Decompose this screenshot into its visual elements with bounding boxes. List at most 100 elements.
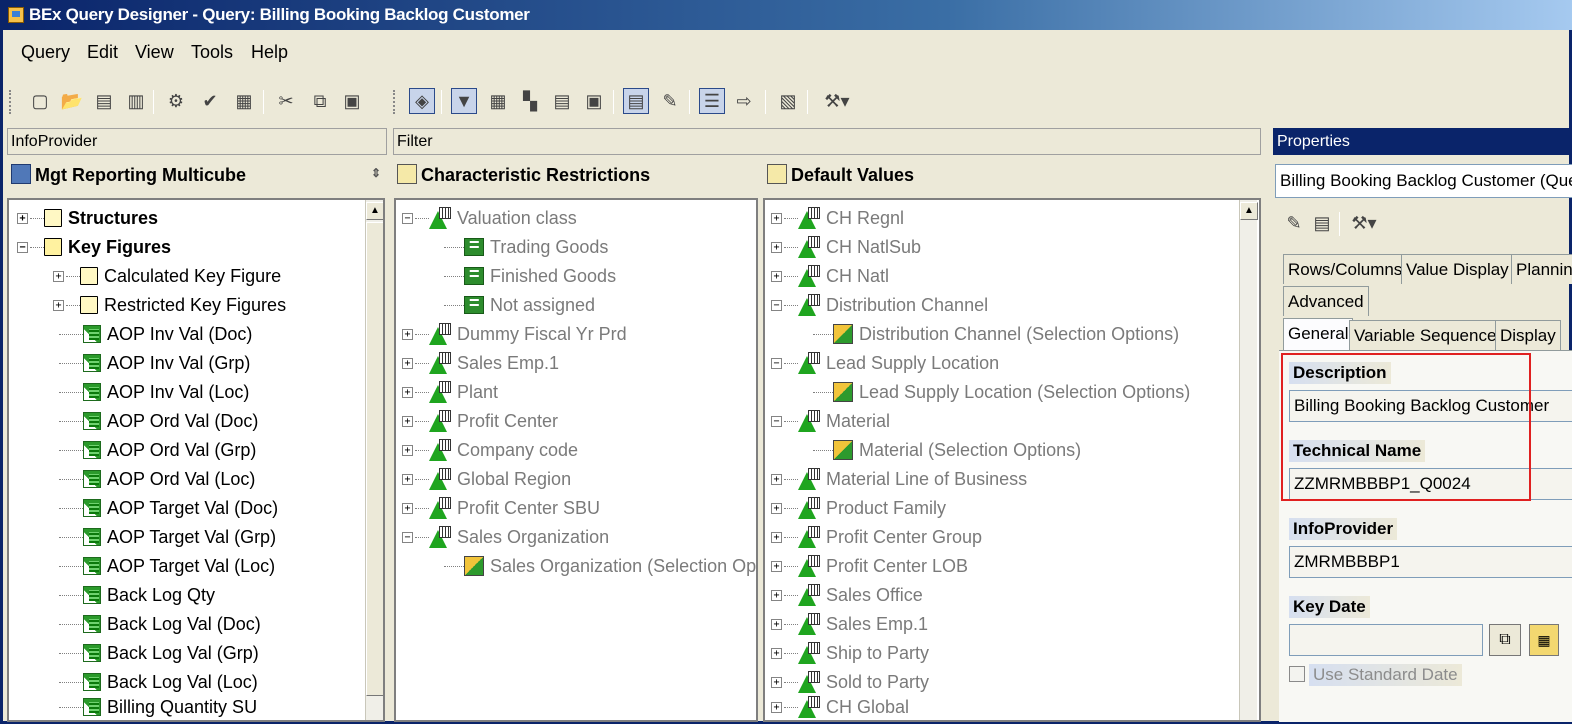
- tree-item-structures[interactable]: + Structures: [17, 205, 158, 231]
- collapse-icon[interactable]: −: [402, 531, 413, 543]
- tree-item-calculated-key-figure[interactable]: + Calculated Key Figure: [53, 263, 281, 289]
- filter-view-icon[interactable]: ▼: [451, 88, 477, 114]
- key-figure-item[interactable]: AOP Target Val (Loc): [59, 553, 275, 579]
- tasks-icon[interactable]: ✎: [657, 88, 683, 114]
- default-value-selection[interactable]: Material (Selection Options): [813, 437, 1081, 463]
- new-icon[interactable]: ▢: [27, 88, 53, 114]
- menu-tools[interactable]: Tools: [191, 42, 233, 63]
- save-all-icon[interactable]: ▥: [123, 88, 149, 114]
- menu-view[interactable]: View: [135, 42, 174, 63]
- open-icon[interactable]: 📂: [59, 88, 85, 114]
- expand-icon[interactable]: +: [771, 676, 782, 688]
- messages-icon[interactable]: ☰: [699, 88, 725, 114]
- default-value-item[interactable]: + CH Regnl: [771, 205, 904, 231]
- properties-view-icon[interactable]: ▤: [623, 88, 649, 114]
- expand-icon[interactable]: +: [402, 328, 413, 340]
- expand-icon[interactable]: +: [402, 502, 413, 514]
- key-date-variable-icon[interactable]: ▦: [1529, 624, 1559, 656]
- restriction-item[interactable]: − Valuation class: [402, 205, 577, 231]
- expand-icon[interactable]: +: [771, 589, 782, 601]
- restriction-item[interactable]: + Plant: [402, 379, 498, 405]
- default-value-item[interactable]: − Distribution Channel: [771, 292, 988, 318]
- expand-icon[interactable]: +: [402, 415, 413, 427]
- expand-icon[interactable]: +: [402, 473, 413, 485]
- collapse-icon[interactable]: −: [771, 415, 782, 427]
- expand-icon[interactable]: +: [771, 270, 782, 282]
- scroll-up-icon[interactable]: ▲: [366, 202, 383, 220]
- default-value-selection[interactable]: Distribution Channel (Selection Options): [813, 321, 1179, 347]
- restriction-item[interactable]: + Dummy Fiscal Yr Prd: [402, 321, 627, 347]
- key-figure-item[interactable]: Back Log Qty: [59, 582, 215, 608]
- key-figure-item[interactable]: AOP Inv Val (Grp): [59, 350, 250, 376]
- cells-icon[interactable]: ▚: [517, 88, 543, 114]
- restriction-value[interactable]: Sales Organization (Selection Options): [444, 553, 756, 579]
- restriction-value[interactable]: Not assigned: [444, 292, 595, 318]
- restriction-item[interactable]: + Sales Emp.1: [402, 350, 559, 376]
- tab-advanced[interactable]: Advanced: [1283, 286, 1369, 316]
- tools-dropdown-icon[interactable]: ⚒▾: [817, 88, 857, 114]
- default-value-item[interactable]: + Material Line of Business: [771, 466, 1027, 492]
- where-used-icon[interactable]: ⇨: [731, 88, 757, 114]
- key-figure-item[interactable]: Back Log Val (Doc): [59, 611, 261, 637]
- save-icon[interactable]: ▤: [91, 88, 117, 114]
- scroll-thumb[interactable]: [366, 222, 383, 696]
- restriction-item[interactable]: + Company code: [402, 437, 578, 463]
- execute-icon[interactable]: ⚙: [163, 88, 189, 114]
- expand-icon[interactable]: +: [402, 357, 413, 369]
- key-date-field[interactable]: [1289, 624, 1483, 656]
- key-figure-item[interactable]: AOP Inv Val (Doc): [59, 321, 252, 347]
- default-value-item[interactable]: + Sales Office: [771, 582, 923, 608]
- expand-icon[interactable]: +: [771, 502, 782, 514]
- expand-icon[interactable]: +: [771, 241, 782, 253]
- collapse-icon[interactable]: −: [402, 212, 413, 224]
- restriction-item[interactable]: − Sales Organization: [402, 524, 609, 550]
- collapse-icon[interactable]: −: [771, 299, 782, 311]
- key-figure-item[interactable]: Billing Quantity SU: [59, 694, 257, 720]
- default-values-scrollbar[interactable]: ▲: [1239, 200, 1258, 720]
- expand-icon[interactable]: +: [17, 212, 28, 224]
- tree-item-restricted-key-figures[interactable]: + Restricted Key Figures: [53, 292, 286, 318]
- toolbar-grip[interactable]: [393, 90, 396, 114]
- paste-icon[interactable]: ▣: [339, 88, 365, 114]
- key-figure-item[interactable]: AOP Ord Val (Loc): [59, 466, 255, 492]
- default-value-selection[interactable]: Lead Supply Location (Selection Options): [813, 379, 1190, 405]
- key-figure-item[interactable]: AOP Inv Val (Loc): [59, 379, 249, 405]
- expand-icon[interactable]: +: [771, 701, 782, 713]
- key-figure-item[interactable]: AOP Ord Val (Doc): [59, 408, 258, 434]
- key-figure-item[interactable]: AOP Target Val (Grp): [59, 524, 276, 550]
- expand-icon[interactable]: +: [771, 212, 782, 224]
- default-value-item[interactable]: + Sales Emp.1: [771, 611, 928, 637]
- default-value-item[interactable]: + Ship to Party: [771, 640, 929, 666]
- cut-icon[interactable]: ✂: [273, 88, 299, 114]
- properties-edit-icon[interactable]: ✎: [1281, 210, 1307, 236]
- key-figure-item[interactable]: Back Log Val (Loc): [59, 669, 258, 695]
- properties-icon[interactable]: ▦: [231, 88, 257, 114]
- tab-general[interactable]: General: [1283, 318, 1354, 350]
- infoprovider-scrollbar[interactable]: ▲: [365, 200, 383, 720]
- check-icon[interactable]: ✔: [197, 88, 223, 114]
- default-value-item[interactable]: + Profit Center LOB: [771, 553, 968, 579]
- rows-columns-icon[interactable]: ▦: [485, 88, 511, 114]
- tab-rows-columns[interactable]: Rows/Columns: [1283, 254, 1408, 284]
- use-standard-date-checkbox[interactable]: [1289, 666, 1305, 682]
- collapse-icon[interactable]: −: [17, 241, 28, 253]
- expand-icon[interactable]: +: [53, 299, 64, 311]
- expand-collapse-icon[interactable]: ⇕: [371, 166, 381, 180]
- properties-object-selector[interactable]: Billing Booking Backlog Customer (Query): [1275, 164, 1572, 198]
- menu-query[interactable]: Query: [21, 42, 70, 63]
- default-value-item[interactable]: + Profit Center Group: [771, 524, 982, 550]
- default-value-item[interactable]: + CH NatlSub: [771, 234, 921, 260]
- restriction-value[interactable]: Trading Goods: [444, 234, 608, 260]
- tab-planning[interactable]: Plannin: [1511, 254, 1572, 284]
- default-value-item[interactable]: + Sold to Party: [771, 669, 929, 695]
- menu-help[interactable]: Help: [251, 42, 288, 63]
- expand-icon[interactable]: +: [402, 386, 413, 398]
- exceptions-icon[interactable]: ▣: [581, 88, 607, 114]
- key-figure-item[interactable]: Back Log Val (Grp): [59, 640, 259, 666]
- expand-icon[interactable]: +: [771, 618, 782, 630]
- restriction-item[interactable]: + Profit Center SBU: [402, 495, 600, 521]
- copy-icon[interactable]: ⧉: [307, 88, 333, 114]
- expand-icon[interactable]: +: [771, 531, 782, 543]
- conditions-icon[interactable]: ▤: [549, 88, 575, 114]
- properties-save-icon[interactable]: ▤: [1309, 210, 1335, 236]
